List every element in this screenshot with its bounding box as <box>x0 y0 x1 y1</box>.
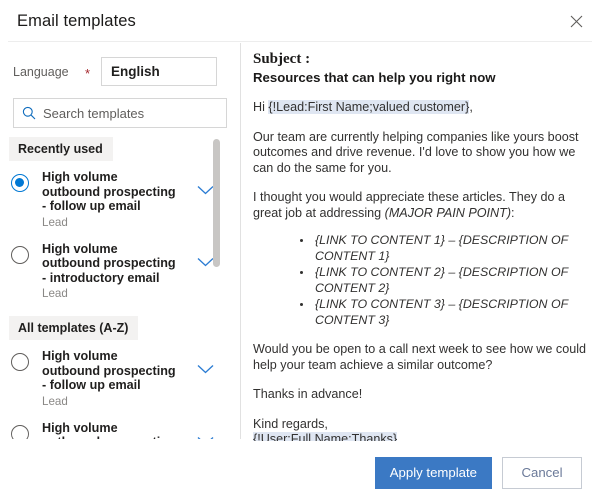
group-header-recently-used: Recently used <box>9 137 113 161</box>
list-item: {LINK TO CONTENT 2} – {DESCRIPTION OF CO… <box>313 264 586 296</box>
search-icon <box>22 106 36 120</box>
template-radio[interactable] <box>11 353 29 371</box>
template-name: High volume outbound prospecting - intro… <box>42 421 178 440</box>
chevron-down-icon[interactable] <box>197 433 214 440</box>
template-entity: Lead <box>42 216 178 230</box>
signature-placeholder: {!User:Full Name;Thanks} <box>253 432 397 441</box>
close-glyph <box>570 15 583 28</box>
dialog-footer: Apply template Cancel <box>0 441 600 504</box>
template-radio[interactable] <box>11 174 29 192</box>
greeting-line: Hi {!Lead:First Name;valued customer}, <box>253 100 586 116</box>
template-list[interactable]: Recently used High volume outbound prosp… <box>0 132 240 439</box>
group-header-all-templates: All templates (A-Z) <box>9 316 138 340</box>
language-row: Language * English <box>13 57 240 86</box>
list-item[interactable]: High volume outbound prospecting - follo… <box>0 161 240 233</box>
subject-label: Subject : <box>253 51 586 68</box>
template-text: High volume outbound prospecting - follo… <box>42 170 178 230</box>
subject-value: Resources that can help you right now <box>253 69 586 86</box>
language-label: Language <box>13 65 85 79</box>
chevron-down-icon[interactable] <box>197 361 214 379</box>
search-input[interactable] <box>43 106 218 121</box>
template-name: High volume outbound prospecting - intro… <box>42 242 178 286</box>
template-name: High volume outbound prospecting - follo… <box>42 170 178 214</box>
apply-template-button[interactable]: Apply template <box>375 457 492 489</box>
scrollbar-thumb[interactable] <box>213 139 220 267</box>
template-name: High volume outbound prospecting - follo… <box>42 349 178 393</box>
paragraph-2-suffix: : <box>511 206 515 220</box>
cancel-button[interactable]: Cancel <box>502 457 582 489</box>
template-entity: Lead <box>42 395 178 409</box>
signature-block: Kind regards,{!User:Full Name;Thanks} <box>253 417 586 442</box>
close-icon[interactable] <box>562 7 590 35</box>
body-paragraph-2: I thought you would appreciate these art… <box>253 190 586 221</box>
template-entity: Lead <box>42 287 178 301</box>
body-paragraph-4: Thanks in advance! <box>253 387 586 403</box>
list-item: {LINK TO CONTENT 1} – {DESCRIPTION OF CO… <box>313 232 586 264</box>
list-item[interactable]: High volume outbound prospecting - intro… <box>0 233 240 305</box>
template-selection-pane: Language * English Recently used <box>0 43 240 441</box>
body-paragraph-1: Our team are currently helping companies… <box>253 130 586 177</box>
search-box[interactable] <box>13 98 227 128</box>
chevron-down-icon[interactable] <box>197 182 214 200</box>
page-title: Email templates <box>17 12 136 31</box>
list-item[interactable]: High volume outbound prospecting - intro… <box>0 412 240 440</box>
template-text: High volume outbound prospecting - intro… <box>42 242 178 302</box>
chevron-down-icon[interactable] <box>197 254 214 272</box>
template-list-scrollbar[interactable] <box>213 139 220 429</box>
template-text: High volume outbound prospecting - follo… <box>42 349 178 409</box>
dialog-header: Email templates <box>0 0 600 42</box>
list-item[interactable]: High volume outbound prospecting - follo… <box>0 340 240 412</box>
greeting-prefix: Hi <box>253 100 268 114</box>
body-paragraph-3: Would you be open to a call next week to… <box>253 342 586 373</box>
template-preview-pane: Subject : Resources that can help you ri… <box>240 43 600 441</box>
greeting-placeholder: {!Lead:First Name;valued customer} <box>268 100 469 114</box>
signoff-line: Kind regards, <box>253 417 328 431</box>
content-link-list: {LINK TO CONTENT 1} – {DESCRIPTION OF CO… <box>253 232 586 328</box>
language-select[interactable]: English <box>101 57 217 86</box>
dialog-body: Language * English Recently used <box>0 43 600 441</box>
template-radio[interactable] <box>11 246 29 264</box>
template-text: High volume outbound prospecting - intro… <box>42 421 178 440</box>
header-divider <box>8 41 592 42</box>
email-templates-dialog: Email templates Language * English <box>0 0 600 504</box>
template-radio[interactable] <box>11 425 29 440</box>
list-item: {LINK TO CONTENT 3} – {DESCRIPTION OF CO… <box>313 296 586 328</box>
required-marker: * <box>85 64 101 80</box>
paragraph-2-emphasis: (MAJOR PAIN POINT) <box>385 206 511 220</box>
greeting-suffix: , <box>469 100 473 114</box>
language-value: English <box>111 64 160 79</box>
